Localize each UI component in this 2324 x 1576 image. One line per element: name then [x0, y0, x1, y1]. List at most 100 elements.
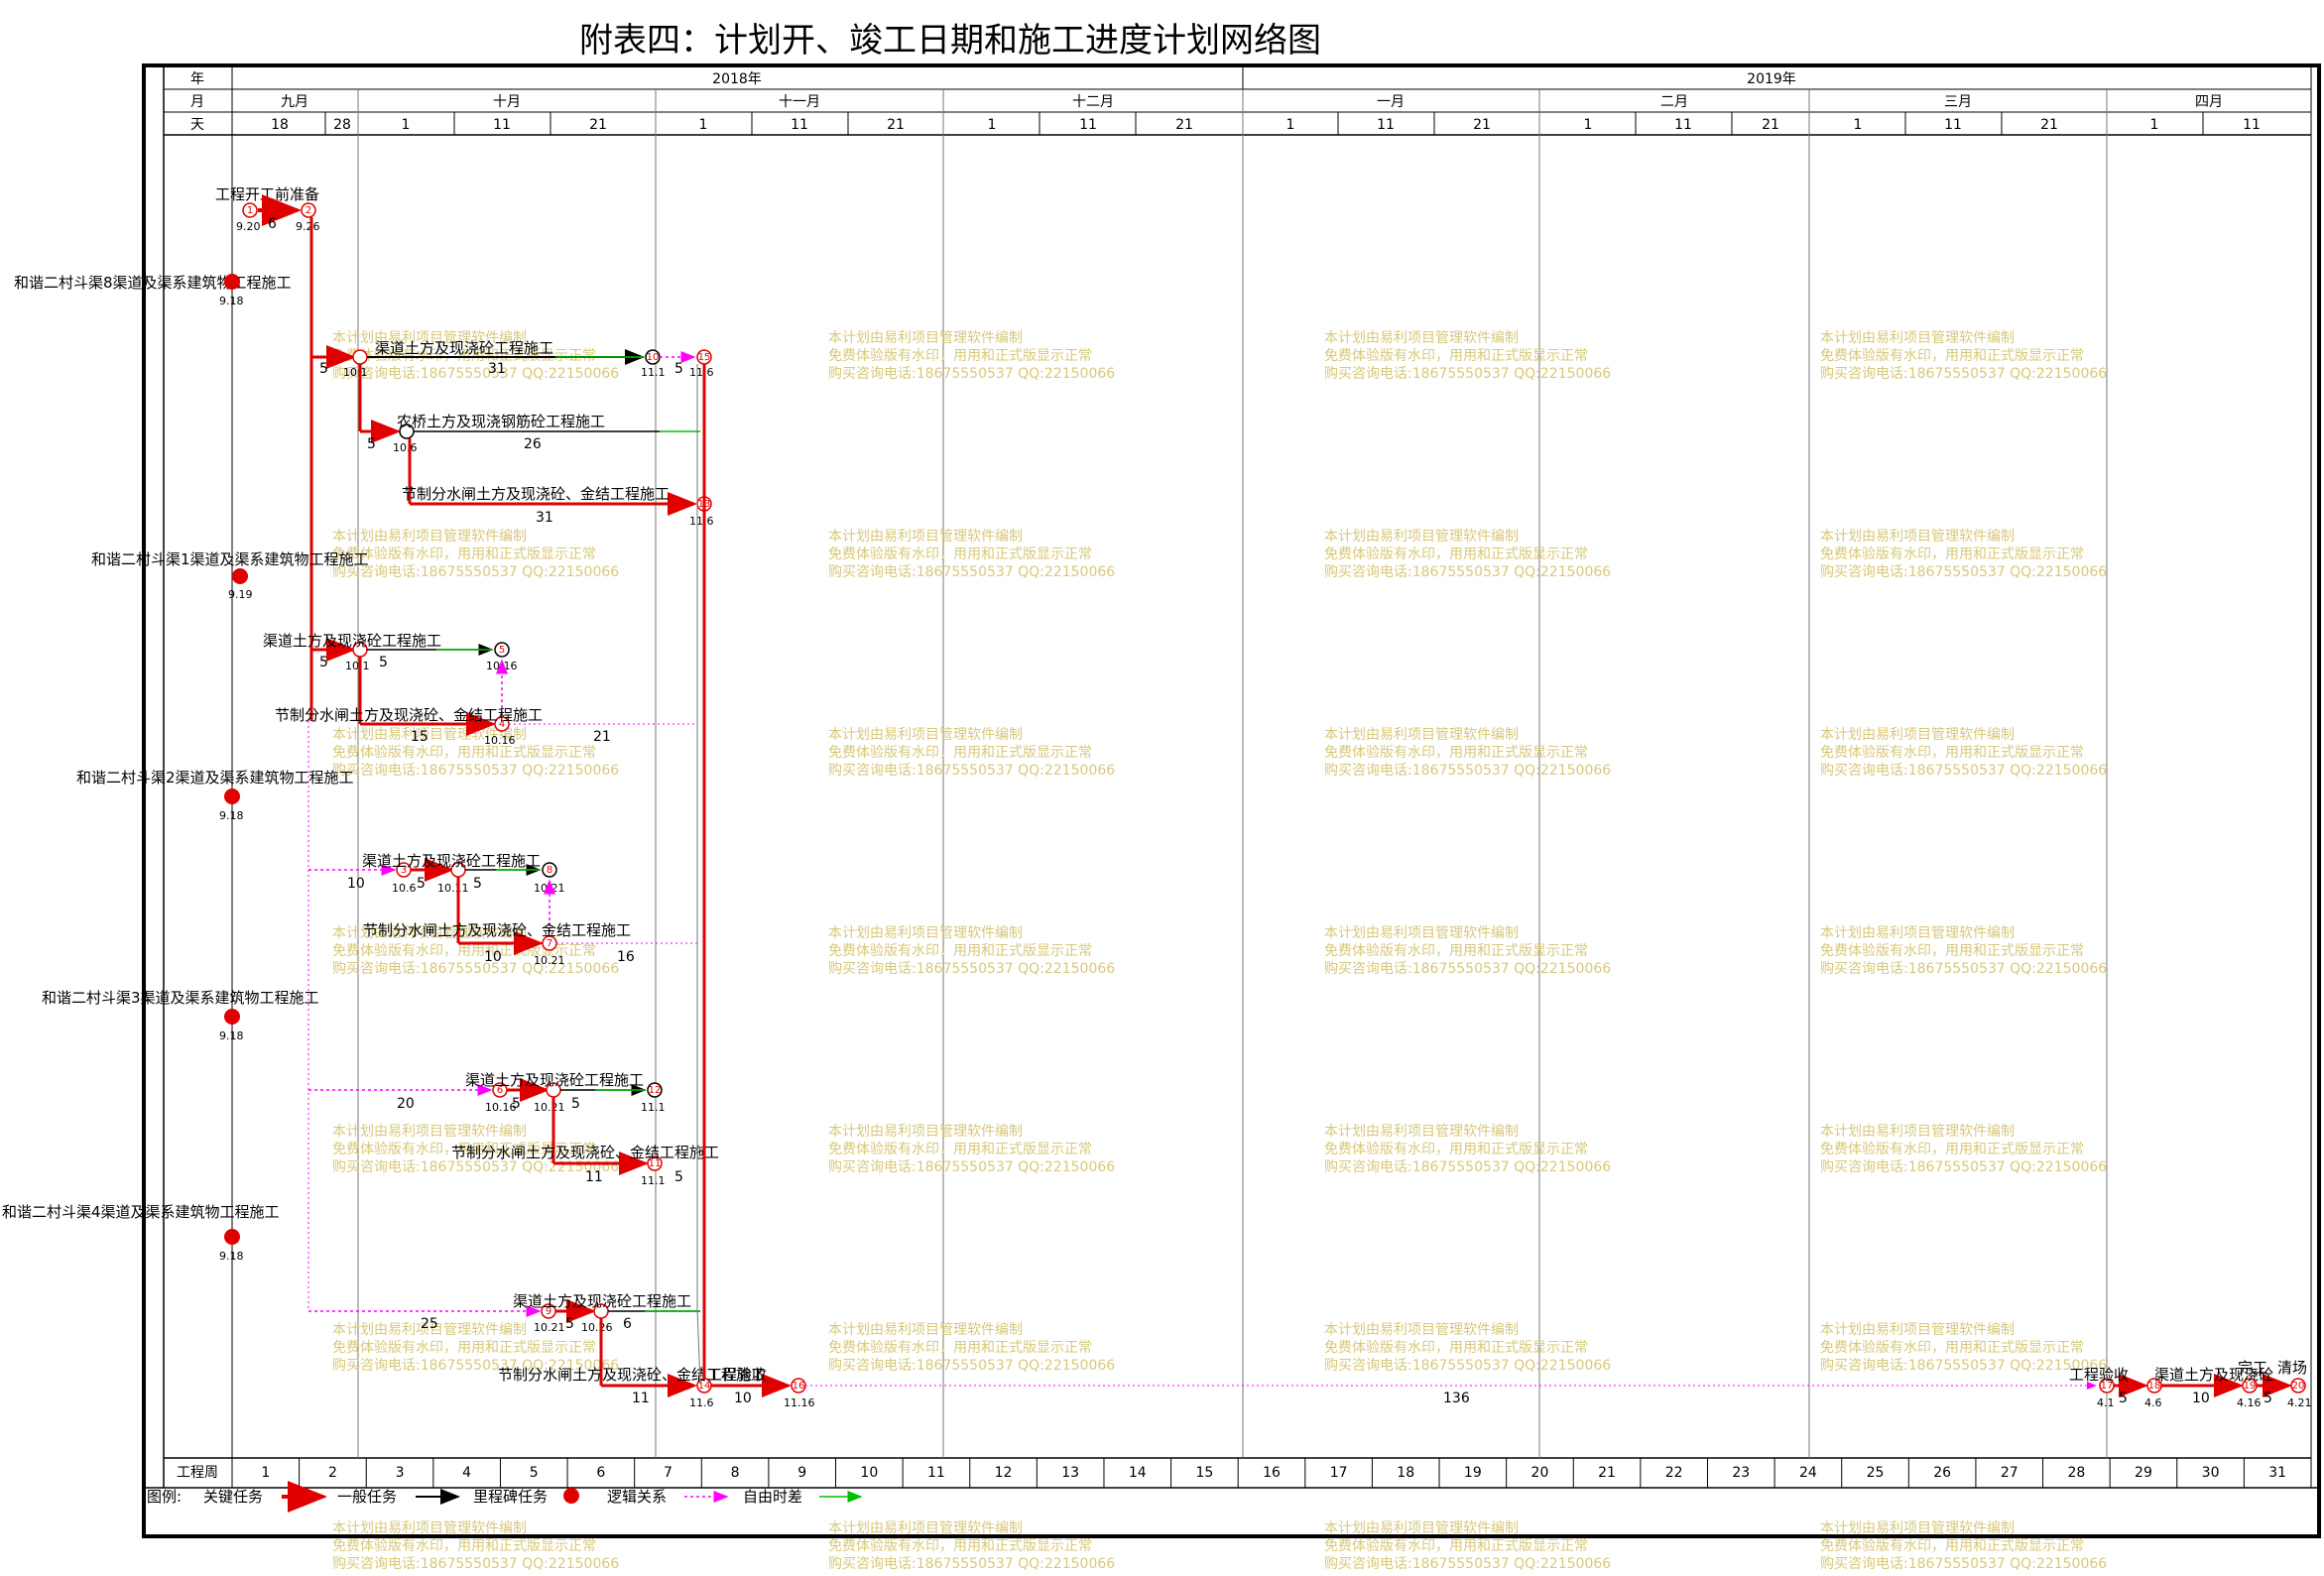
- watermark-line: 免费体验版有水印，用用和正式版显示正常: [332, 546, 596, 562]
- watermark-line: 购买咨询电话:18675550537 QQ:22150066: [332, 1159, 619, 1175]
- week-label: 25: [1867, 1465, 1885, 1481]
- watermark-line: 购买咨询电话:18675550537 QQ:22150066: [1820, 1159, 2107, 1175]
- week-label: 5: [530, 1465, 539, 1481]
- network-diagram: 附表四：计划开、竣工日期和施工进度计划网络图 年 月 天 2018年 2019年…: [2, 21, 2321, 1572]
- watermark-line: 本计划由易利项目管理软件编制: [1820, 529, 2015, 545]
- day-label: 1: [1286, 117, 1295, 133]
- day-label: 21: [1473, 117, 1491, 133]
- watermark-line: 购买咨询电话:18675550537 QQ:22150066: [1820, 961, 2107, 977]
- watermark-line: 购买咨询电话:18675550537 QQ:22150066: [332, 961, 619, 977]
- row-label-year: 年: [190, 71, 204, 87]
- svg-text:10: 10: [647, 352, 660, 363]
- svg-text:11: 11: [632, 1391, 650, 1406]
- day-label: 1: [1854, 117, 1863, 133]
- day-label: 11: [2243, 117, 2261, 133]
- week-label: 21: [1598, 1465, 1616, 1481]
- milestone-label: 和谐二村斗渠1渠道及渠系建筑物工程施工: [91, 550, 369, 568]
- milestone-dot: [224, 274, 240, 290]
- svg-text:10.1: 10.1: [345, 660, 370, 672]
- svg-text:10.6: 10.6: [393, 441, 418, 454]
- watermark-line: 免费体验版有水印，用用和正式版显示正常: [828, 1538, 1092, 1554]
- milestone-dot: [224, 788, 240, 804]
- svg-text:5: 5: [571, 1096, 580, 1112]
- day-label: 11: [1674, 117, 1692, 133]
- watermark-line: 免费体验版有水印，用用和正式版显示正常: [828, 745, 1092, 761]
- svg-text:5: 5: [367, 436, 376, 452]
- task-label: 节制分水闸土方及现浇砼、金结工程施工: [402, 485, 670, 503]
- svg-text:9.26: 9.26: [296, 220, 320, 233]
- task-label: 清场: [2277, 1359, 2307, 1377]
- svg-text:6: 6: [623, 1316, 632, 1332]
- task-preparation: 工程开工前准备 1 2 6 9.20 9.26: [215, 185, 320, 233]
- day-label: 21: [589, 117, 607, 133]
- watermark-line: 本计划由易利项目管理软件编制: [1324, 925, 1519, 941]
- milestone-label: 和谐二村斗渠2渠道及渠系建筑物工程施工: [76, 769, 354, 787]
- svg-text:5: 5: [2263, 1391, 2272, 1406]
- row-label-day: 天: [190, 117, 204, 133]
- watermark-line: 购买咨询电话:18675550537 QQ:22150066: [1820, 763, 2107, 779]
- watermark-line: 免费体验版有水印，用用和正式版显示正常: [1324, 1340, 1588, 1356]
- week-label: 15: [1195, 1465, 1213, 1481]
- watermark-line: 购买咨询电话:18675550537 QQ:22150066: [828, 1556, 1115, 1572]
- week-labels: 1 2 3 4 5 6 7 8 9 10 11 12 13 14 15 16 17 18 19 20 21 22 23 24 2…: [261, 1458, 2286, 1488]
- svg-text:9.18: 9.18: [219, 1250, 244, 1263]
- watermark-line: 本计划由易利项目管理软件编制: [1324, 1124, 1519, 1140]
- day-label: 11: [791, 117, 808, 133]
- watermark-line: 免费体验版有水印，用用和正式版显示正常: [1324, 1142, 1588, 1157]
- svg-text:15: 15: [698, 352, 711, 363]
- svg-text:16: 16: [617, 949, 635, 965]
- week-label: 22: [1665, 1465, 1683, 1481]
- page-title: 附表四：计划开、竣工日期和施工进度计划网络图: [579, 21, 1321, 61]
- task-gate-8: 13 节制分水闸土方及现浇砼、金结工程施工 31 11.6: [402, 438, 714, 528]
- week-label: 13: [1061, 1465, 1079, 1481]
- watermark-line: 免费体验版有水印，用用和正式版显示正常: [332, 745, 596, 761]
- day-label: 1: [2150, 117, 2159, 133]
- watermark-line: 本计划由易利项目管理软件编制: [1324, 529, 1519, 545]
- milestone-dot: [232, 568, 248, 584]
- week-label: 31: [2268, 1465, 2286, 1481]
- svg-text:21: 21: [593, 729, 611, 745]
- svg-text:8: 8: [547, 865, 552, 876]
- watermark-line: 免费体验版有水印，用用和正式版显示正常: [1820, 1340, 2084, 1356]
- svg-text:5: 5: [417, 876, 426, 892]
- watermark-line: 购买咨询电话:18675550537 QQ:22150066: [1324, 1159, 1611, 1175]
- svg-text:4.1: 4.1: [2097, 1396, 2115, 1409]
- week-label: 2: [328, 1465, 337, 1481]
- task-channel-3: 6 12 渠道土方及现浇砼工程施工 20 10.16 5 10.21 5 11.…: [308, 1071, 666, 1114]
- watermark-line: 免费体验版有水印，用用和正式版显示正常: [332, 1340, 596, 1356]
- watermark-line: 本计划由易利项目管理软件编制: [828, 529, 1023, 545]
- legend-normal: 一般任务: [337, 1488, 397, 1506]
- day-label: 11: [1377, 117, 1395, 133]
- svg-text:11.6: 11.6: [689, 515, 714, 528]
- watermark-line: 免费体验版有水印，用用和正式版显示正常: [1820, 1142, 2084, 1157]
- watermark-line: 免费体验版有水印，用用和正式版显示正常: [1820, 943, 2084, 959]
- watermark-line: 购买咨询电话:18675550537 QQ:22150066: [1324, 763, 1611, 779]
- day-label: 1: [1584, 117, 1593, 133]
- day-label: 21: [2040, 117, 2058, 133]
- month-label: 一月: [1377, 94, 1405, 110]
- week-label: 24: [1799, 1465, 1817, 1481]
- svg-text:10: 10: [347, 876, 365, 892]
- watermark-line: 免费体验版有水印，用用和正式版显示正常: [1324, 348, 1588, 364]
- watermarks: 本计划由易利项目管理软件编制免费体验版有水印，用用和正式版显示正常购买咨询电话:…: [332, 330, 2107, 1572]
- svg-text:31: 31: [536, 510, 553, 526]
- week-label: 11: [927, 1465, 945, 1481]
- milestone-dot: [224, 1229, 240, 1245]
- task-label: 节制分水闸土方及现浇砼、金结工程施工: [363, 921, 631, 939]
- watermark-line: 免费体验版有水印，用用和正式版显示正常: [828, 943, 1092, 959]
- svg-text:9.19: 9.19: [228, 588, 253, 601]
- watermark-line: 购买咨询电话:18675550537 QQ:22150066: [828, 961, 1115, 977]
- watermark-line: 免费体验版有水印，用用和正式版显示正常: [828, 546, 1092, 562]
- watermark-line: 本计划由易利项目管理软件编制: [332, 1124, 527, 1140]
- watermark-line: 免费体验版有水印，用用和正式版显示正常: [1820, 1538, 2084, 1554]
- svg-text:6: 6: [268, 216, 277, 232]
- watermark-line: 购买咨询电话:18675550537 QQ:22150066: [1324, 1556, 1611, 1572]
- task-label: 渠道土方及现浇砼工程施工: [513, 1292, 691, 1310]
- watermark-line: 本计划由易利项目管理软件编制: [1820, 1124, 2015, 1140]
- svg-text:4.6: 4.6: [2144, 1396, 2162, 1409]
- watermark-line: 免费体验版有水印，用用和正式版显示正常: [828, 348, 1092, 364]
- svg-text:4.16: 4.16: [2237, 1396, 2262, 1409]
- header-row-labels: 年 月 天: [190, 71, 204, 133]
- day-label: 28: [333, 117, 351, 133]
- task-channel-2: 3 8 渠道土方及现浇砼工程施工 10 10.6 5 10.11 5 10.21: [308, 852, 565, 932]
